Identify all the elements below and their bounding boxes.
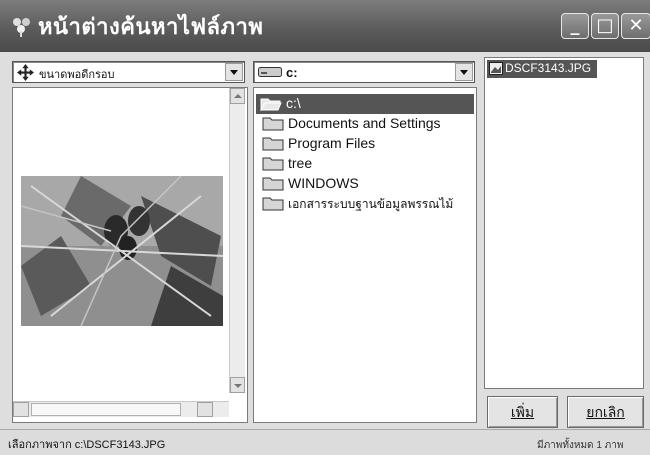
folder-item[interactable]: Program Files — [262, 134, 474, 154]
preview-vertical-scrollbar[interactable] — [229, 88, 245, 393]
image-file-icon — [489, 62, 503, 75]
folder-label: WINDOWS — [288, 175, 359, 191]
size-mode-dropdown[interactable]: ขนาดพอดีกรอบ — [12, 61, 245, 83]
window-title: หน้าต่างค้นหาไฟล์ภาพ — [38, 15, 264, 40]
maximize-button[interactable]: □ — [591, 13, 619, 39]
folder-label: tree — [288, 155, 313, 171]
app-tree-icon — [13, 18, 30, 37]
scroll-left-icon[interactable] — [13, 402, 29, 417]
status-selected-path: เลือกภาพจาก c:\DSCF3143.JPG — [8, 439, 166, 451]
chevron-down-icon[interactable] — [225, 63, 243, 81]
folder-label: Program Files — [288, 135, 376, 151]
folder-icon — [262, 177, 284, 191]
folder-item[interactable]: เอกสารระบบฐานข้อมูลพรรณไม้ — [262, 194, 474, 214]
folder-icon — [262, 137, 284, 151]
scroll-down-icon[interactable] — [230, 377, 245, 393]
scroll-right-icon[interactable] — [197, 402, 213, 417]
file-picker-window: หน้าต่างค้นหาไฟล์ภาพ _ □ ✕ ขนาดพอดีกรอบ … — [0, 0, 650, 455]
close-icon: ✕ — [628, 15, 644, 36]
file-item[interactable]: DSCF3143.JPG — [487, 60, 597, 78]
title-bar[interactable]: หน้าต่างค้นหาไฟล์ภาพ _ □ ✕ — [0, 0, 650, 52]
folder-icon — [262, 157, 284, 171]
maximize-icon: □ — [596, 15, 614, 36]
folder-label: เอกสารระบบฐานข้อมูลพรรณไม้ — [288, 197, 454, 211]
chevron-down-icon[interactable] — [455, 63, 473, 81]
status-image-count: มีภาพทั้งหมด 1 ภาพ — [537, 440, 624, 451]
folder-item[interactable]: Documents and Settings — [262, 114, 474, 134]
add-button-label: เพิ่ม — [510, 404, 535, 420]
scroll-up-icon[interactable] — [230, 88, 245, 104]
file-name: DSCF3143.JPG — [505, 61, 592, 75]
status-bar: เลือกภาพจาก c:\DSCF3143.JPG มีภาพทั้งหมด… — [0, 429, 650, 455]
folder-item[interactable]: WINDOWS — [262, 174, 474, 194]
folder-icon — [262, 117, 284, 131]
size-mode-value: ขนาดพอดีกรอบ — [39, 69, 115, 81]
drive-icon — [258, 67, 282, 77]
folder-label: Documents and Settings — [288, 115, 441, 131]
move-arrows-icon — [17, 64, 34, 81]
add-button[interactable]: เพิ่ม — [487, 396, 558, 428]
scroll-thumb[interactable] — [31, 403, 181, 416]
file-list[interactable]: DSCF3143.JPG — [484, 57, 644, 389]
preview-horizontal-scrollbar[interactable] — [13, 401, 229, 417]
close-button[interactable]: ✕ — [621, 13, 650, 39]
folder-list[interactable]: c:\ Documents and Settings Program Files tr… — [253, 87, 477, 423]
minimize-button[interactable]: _ — [561, 13, 589, 39]
drive-dropdown[interactable]: c: — [253, 61, 475, 83]
preview-image — [21, 176, 223, 326]
cancel-button-label: ยกเลิก — [586, 404, 625, 420]
folder-item[interactable]: c:\ — [256, 94, 474, 114]
drive-value: c: — [286, 65, 298, 80]
cancel-button[interactable]: ยกเลิก — [567, 396, 644, 428]
minimize-icon: _ — [570, 15, 580, 36]
folder-item[interactable]: tree — [262, 154, 474, 174]
folder-icon — [262, 197, 284, 211]
folder-label: c:\ — [286, 95, 301, 111]
image-preview-panel — [12, 87, 248, 423]
open-folder-icon — [260, 98, 282, 111]
